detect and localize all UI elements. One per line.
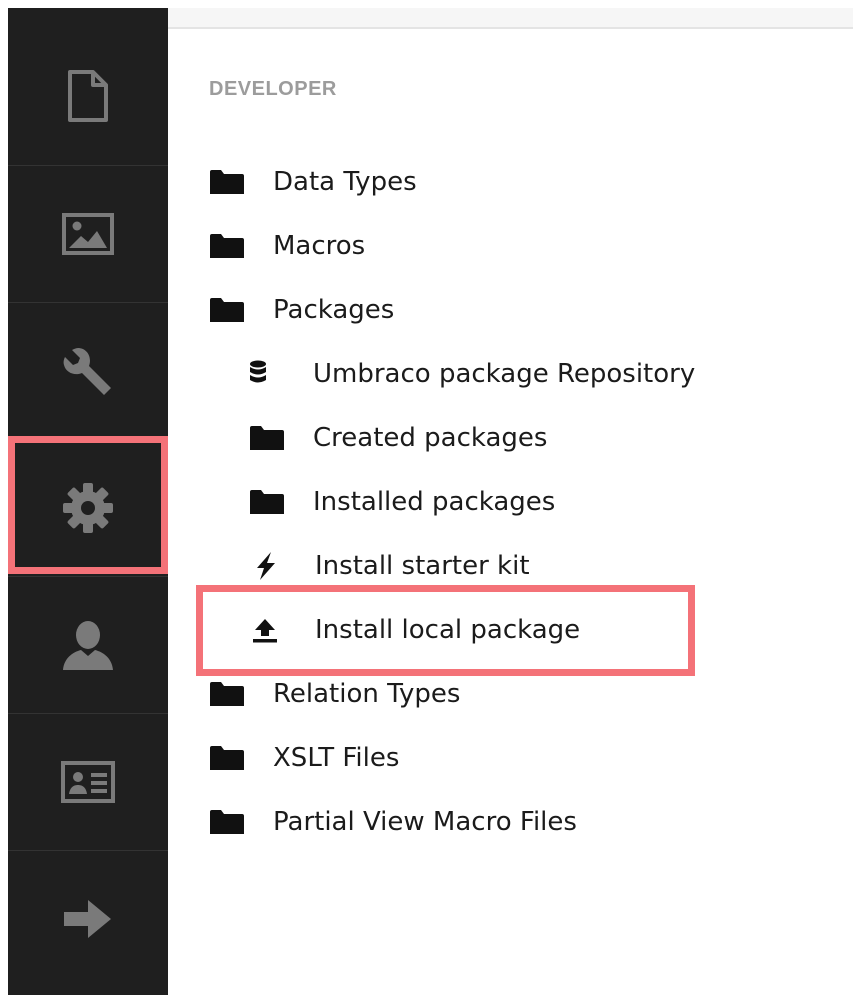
document-icon xyxy=(68,70,108,122)
tree-item-label: Install starter kit xyxy=(315,551,530,581)
sidebar-item-logout[interactable] xyxy=(8,851,168,987)
tree-item-label: Packages xyxy=(273,295,395,325)
tree-item-partial-view-macro-files[interactable]: Partial View Macro Files xyxy=(209,802,577,842)
lightning-icon xyxy=(251,552,287,580)
id-card-icon xyxy=(61,761,115,803)
tree-item-created-packages[interactable]: Created packages xyxy=(249,418,547,458)
tree-item-label: Macros xyxy=(273,231,366,261)
tree-item-label: Relation Types xyxy=(273,679,461,709)
sidebar-item-users[interactable] xyxy=(8,577,168,713)
folder-icon xyxy=(209,168,245,196)
tree-item-label: Installed packages xyxy=(313,487,556,517)
folder-icon xyxy=(249,488,285,516)
folder-icon xyxy=(209,680,245,708)
sidebar-item-settings[interactable] xyxy=(8,303,168,439)
tree-item-macros[interactable]: Macros xyxy=(209,226,365,266)
folder-icon xyxy=(209,744,245,772)
gear-icon xyxy=(63,483,113,533)
section-title: DEVELOPER xyxy=(209,78,337,100)
wrench-icon xyxy=(63,348,111,395)
section-sidebar xyxy=(8,8,168,995)
tree-item-label: Install local package xyxy=(315,615,581,645)
tree-item-installed-packages[interactable]: Installed packages xyxy=(249,482,555,522)
sidebar-item-developer[interactable] xyxy=(8,440,168,576)
tree-item-label: Umbraco package Repository xyxy=(313,359,696,389)
upload-icon xyxy=(251,616,287,644)
folder-icon xyxy=(209,808,245,836)
folder-icon xyxy=(209,296,245,324)
sidebar-item-members[interactable] xyxy=(8,714,168,850)
user-icon xyxy=(63,621,113,670)
tree-item-umbraco-package-repository[interactable]: Umbraco package Repository xyxy=(249,354,695,394)
tree-item-packages[interactable]: Packages xyxy=(209,290,394,330)
header-bar xyxy=(168,8,853,29)
tree-item-label: Data Types xyxy=(273,167,417,197)
tree-item-label: Created packages xyxy=(313,423,548,453)
sidebar-item-content[interactable] xyxy=(8,28,168,164)
sidebar-item-media[interactable] xyxy=(8,166,168,302)
tree-item-install-starter-kit[interactable]: Install starter kit xyxy=(251,546,530,586)
arrow-right-icon xyxy=(64,900,111,938)
database-icon xyxy=(249,360,285,388)
tree-item-data-types[interactable]: Data Types xyxy=(209,162,417,202)
image-icon xyxy=(62,213,114,255)
folder-icon xyxy=(249,424,285,452)
tree-item-label: XSLT Files xyxy=(273,743,400,773)
tree-item-xslt-files[interactable]: XSLT Files xyxy=(209,738,399,778)
folder-icon xyxy=(209,232,245,260)
tree-item-install-local-package[interactable]: Install local package xyxy=(251,610,580,650)
page: DEVELOPER Data Types Macros Packages Umb… xyxy=(0,0,853,995)
tree-item-label: Partial View Macro Files xyxy=(273,807,577,837)
tree-item-relation-types[interactable]: Relation Types xyxy=(209,674,460,714)
